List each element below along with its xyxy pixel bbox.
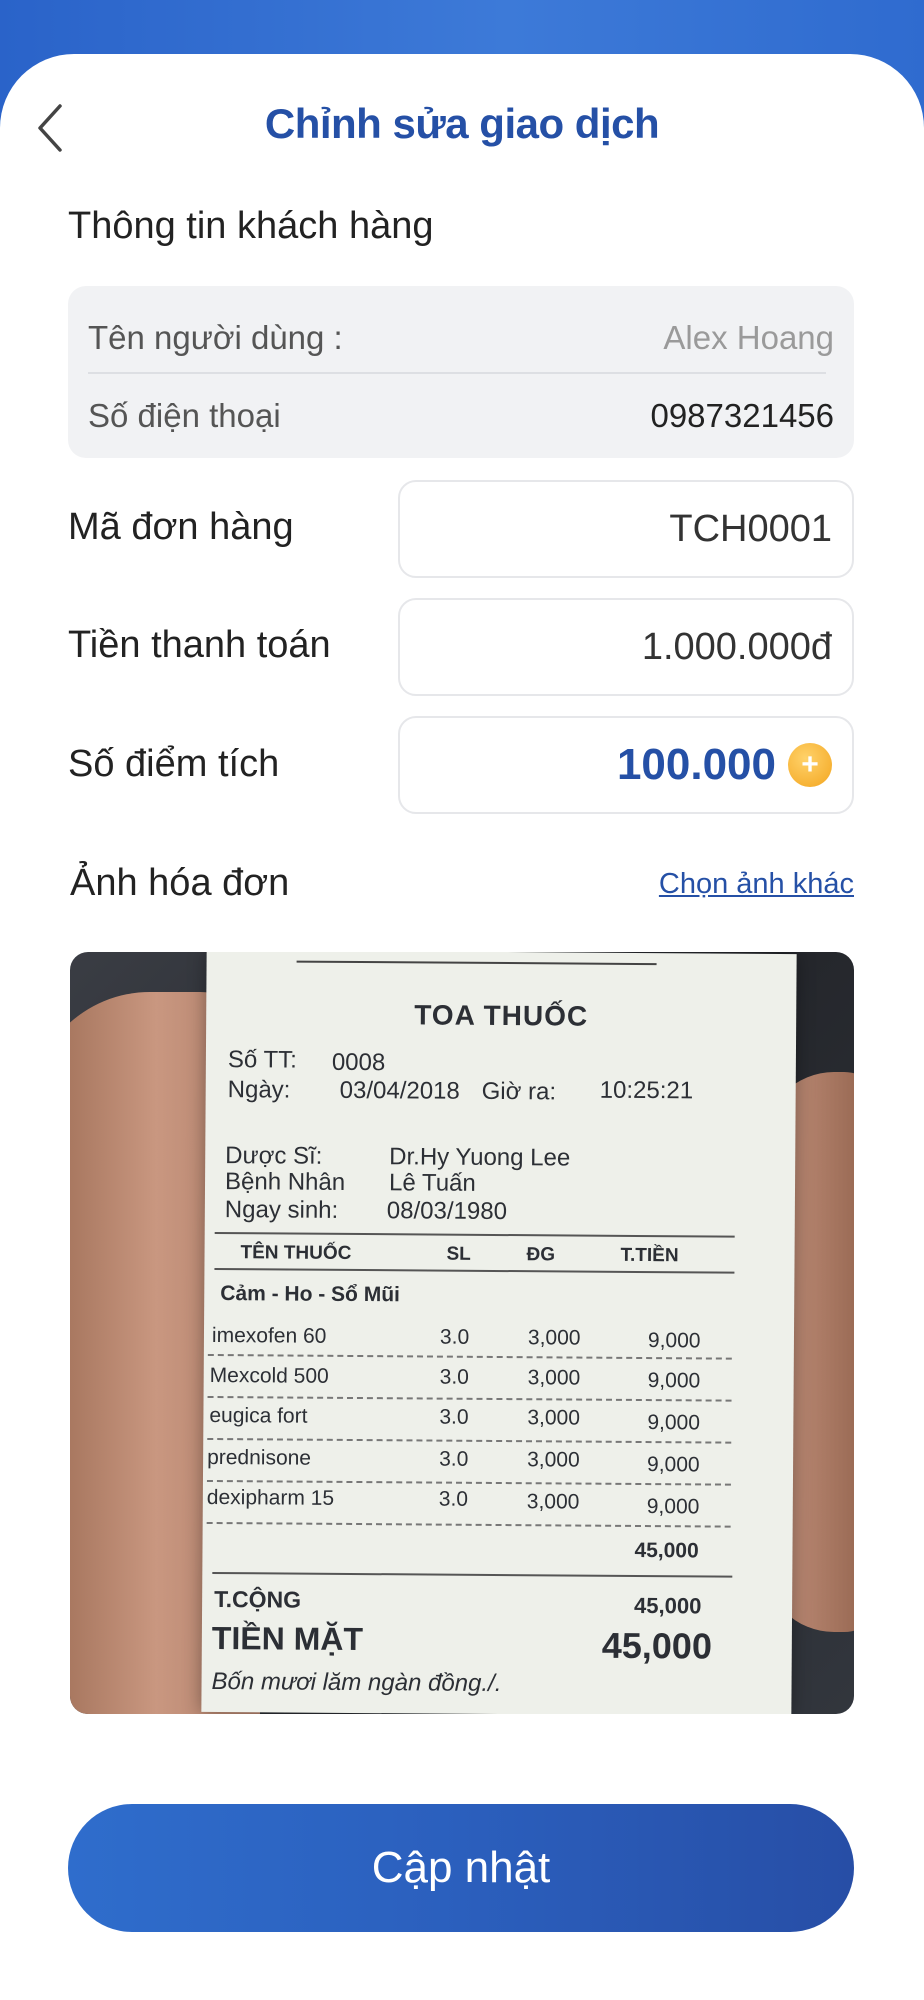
receipt-group: Cảm - Ho - Sổ Mũi [220,1282,401,1307]
receipt-item-qty: 3.0 [438,1487,469,1511]
receipt-item-total: 9,000 [646,1495,700,1519]
receipt-item-total: 9,000 [647,1453,700,1477]
payment-amount-value: 1.000.000đ [641,625,832,668]
receipt-rule [214,1232,735,1238]
receipt-t-cong: 45,000 [634,1592,702,1619]
receipt-item-qty: 3.0 [439,1405,469,1429]
page-title: Chỉnh sửa giao dịch [264,100,660,147]
receipt-item-name: imexofen 60 [211,1323,327,1348]
coin-icon: + [788,743,832,787]
receipt-so-tt-label: Số TT: [227,1046,297,1074]
receipt-ngay-label: Ngày: [227,1076,291,1104]
receipt-item-name: eugica fort [209,1403,308,1428]
receipt-item-price: 3,000 [526,1490,580,1514]
phone-label: Số điện thoại [88,397,281,434]
username-row: Tên người dùng : Alex Hoang [88,308,834,368]
username-label: Tên người dùng : [88,319,343,356]
receipt-gio: 10:25:21 [599,1076,694,1105]
receipt-dash [207,1395,732,1402]
receipt-gio-label: Giờ ra: [481,1077,557,1106]
receipt-item-total: 9,000 [647,1369,701,1393]
receipt-dash [206,1479,731,1486]
receipt-benh-nhan-label: Bệnh Nhân [224,1168,346,1196]
phone-value: 0987321456 [650,397,834,434]
choose-other-photo-link[interactable]: Chọn ảnh khác [659,868,854,901]
receipt-col-total: T.TIỀN [620,1244,679,1267]
receipt-item-name: dexipharm 15 [206,1485,335,1510]
divider [88,372,826,374]
receipt-item-total: 9,000 [647,1411,701,1435]
receipt-paper: TOA THUỐC Số TT: 0008 Ngày: 03/04/2018 G… [201,952,797,1714]
order-code-label: Mã đơn hàng [68,506,294,548]
customer-info-card: Tên người dùng : Alex Hoang Số điện thoạ… [68,286,854,458]
customer-section-title: Thông tin khách hàng [68,205,434,247]
payment-amount-label: Tiền thanh toán [68,624,331,666]
receipt-in-words: Bốn mươi lăm ngàn đồng./. [211,1668,502,1698]
points-field[interactable]: 100.000 + [398,716,854,814]
receipt-dash [206,1521,731,1528]
receipt-ngay-sinh: 08/03/1980 [386,1197,508,1226]
receipt-rule [214,1268,735,1274]
receipt-duoc-si: Dr.Hy Yuong Lee [389,1143,571,1172]
receipt-item-name: prednisone [207,1445,312,1470]
receipt-ngay-sinh-label: Ngay sinh: [224,1196,339,1224]
invoice-photo-title: Ảnh hóa đơn [70,862,290,904]
receipt-rule [212,1572,733,1578]
receipt-t-cong-label: T.CỘNG [214,1586,302,1613]
receipt-col-price: ĐG [526,1244,556,1266]
invoice-photo: TOA THUỐC Số TT: 0008 Ngày: 03/04/2018 G… [70,952,854,1714]
receipt-subtotal: 45,000 [634,1538,699,1563]
receipt-ngay: 03/04/2018 [339,1076,460,1105]
receipt-so-tt: 0008 [331,1048,386,1077]
receipt-duoc-si-label: Dược Sĩ: [225,1142,323,1170]
receipt-dash [207,1437,732,1444]
receipt-item-name: Mexcold 500 [209,1363,329,1388]
receipt-col-qty: SL [446,1243,471,1265]
order-code-field[interactable]: TCH0001 [398,480,854,578]
phone-row: Số điện thoại 0987321456 [88,386,834,446]
username-value: Alex Hoang [663,319,834,356]
receipt-benh-nhan: Lê Tuấn [388,1169,476,1197]
receipt-item-qty: 3.0 [439,1365,469,1389]
receipt-tien-mat-label: TIỀN MẶT [211,1620,364,1658]
receipt-col-name: TÊN THUỐC [240,1242,352,1264]
receipt-item-price: 3,000 [527,1448,580,1472]
receipt-item-qty: 3.0 [439,1447,469,1471]
points-value: 100.000 [616,740,776,789]
receipt-tien-mat: 45,000 [601,1624,713,1667]
receipt-item-price: 3,000 [527,1326,581,1350]
receipt-item-qty: 3.0 [439,1325,470,1349]
points-label: Số điểm tích [68,743,280,785]
receipt-item-total: 9,000 [647,1329,701,1353]
update-button[interactable]: Cập nhật [68,1804,854,1932]
receipt-item-price: 3,000 [527,1406,581,1430]
order-code-value: TCH0001 [669,507,832,550]
receipt-title: TOA THUỐC [414,999,589,1032]
receipt-dash [207,1353,732,1360]
receipt-item-price: 3,000 [527,1366,581,1390]
payment-amount-field[interactable]: 1.000.000đ [398,598,854,696]
receipt-rule [296,960,657,966]
